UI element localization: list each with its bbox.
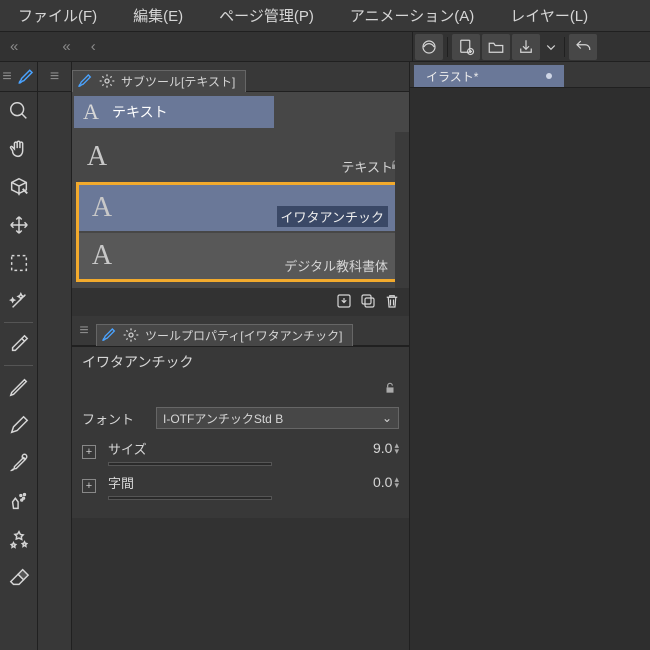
menu-edit[interactable]: 編集(E) bbox=[115, 0, 201, 31]
tool-move[interactable] bbox=[0, 206, 37, 244]
tool-decoration[interactable] bbox=[0, 520, 37, 558]
prop-label-font: フォント bbox=[82, 409, 148, 428]
brush-icon bbox=[17, 68, 35, 86]
subtool-panel-tab[interactable]: サブツール[テキスト] bbox=[72, 70, 246, 92]
tool-pencil[interactable] bbox=[0, 406, 37, 444]
menu-layer[interactable]: レイヤー(L) bbox=[492, 0, 606, 31]
tool-zoom[interactable] bbox=[0, 92, 37, 130]
menu-file[interactable]: ファイル(F) bbox=[0, 0, 115, 31]
tool-eyedropper[interactable] bbox=[0, 325, 37, 363]
tool-wand[interactable] bbox=[0, 282, 37, 320]
subtool-panel-column: サブツール[テキスト] A テキスト A テキスト A イワタ bbox=[72, 62, 410, 650]
stepper-icon[interactable]: ▴▾ bbox=[394, 476, 399, 488]
font-select-value: I-OTFアンチックStd B bbox=[163, 410, 283, 427]
grip-icon: ≡ bbox=[50, 68, 59, 86]
size-value[interactable]: 9.0 bbox=[348, 440, 392, 456]
tool-property-titlebar: ≡ ツールプロパティ[イワタアンチック] bbox=[72, 316, 409, 346]
document-tab[interactable]: イラスト* bbox=[414, 65, 564, 87]
subtool-list: A テキスト A イワタアンチック A デジタル教科書体 bbox=[72, 132, 409, 288]
collapse-toolbar-button[interactable]: « bbox=[0, 38, 28, 55]
text-a-icon: A bbox=[80, 141, 114, 173]
document-tabstrip: イラスト* bbox=[410, 62, 650, 88]
prop-label-kerning: 字間 bbox=[108, 473, 134, 492]
unsaved-dot-icon bbox=[546, 73, 552, 79]
canvas-area: イラスト* bbox=[410, 62, 650, 650]
gear-icon bbox=[123, 327, 139, 343]
tool-eraser[interactable] bbox=[0, 558, 37, 596]
brush-icon bbox=[77, 73, 93, 89]
expand-icon[interactable]: + bbox=[82, 445, 96, 459]
open-file-button[interactable] bbox=[482, 34, 510, 60]
subtool-item-iwata[interactable]: A イワタアンチック bbox=[79, 185, 402, 231]
size-slider[interactable] bbox=[108, 462, 272, 466]
subtool-panel-titlebar: サブツール[テキスト] bbox=[72, 62, 409, 92]
subtool-item-digital[interactable]: A デジタル教科書体 bbox=[79, 233, 402, 279]
tool-airbrush[interactable] bbox=[0, 482, 37, 520]
menu-anim[interactable]: アニメーション(A) bbox=[332, 0, 492, 31]
subtool-item-label: イワタアンチック bbox=[277, 206, 388, 227]
grip-icon: ≡ bbox=[2, 68, 11, 86]
menubar: ファイル(F) 編集(E) ページ管理(P) アニメーション(A) レイヤー(L… bbox=[0, 0, 650, 32]
quick-access-dropdown-icon[interactable] bbox=[542, 34, 560, 60]
subbar: « « ‹ bbox=[0, 32, 650, 62]
tool-brush[interactable] bbox=[0, 444, 37, 482]
duplicate-subtool-button[interactable] bbox=[359, 292, 377, 313]
prop-row-size: + サイズ 9.0 ▴▾ bbox=[82, 440, 399, 464]
subtool-group-text[interactable]: A テキスト bbox=[74, 96, 274, 128]
tool-pen[interactable] bbox=[0, 368, 37, 406]
subtool-panel-title: サブツール[テキスト] bbox=[121, 73, 235, 90]
subtool-group-label: テキスト bbox=[112, 102, 168, 122]
tool-palette: ≡ bbox=[0, 62, 38, 650]
text-a-icon: A bbox=[78, 99, 104, 125]
expand-icon[interactable]: + bbox=[82, 479, 96, 493]
new-file-button[interactable] bbox=[452, 34, 480, 60]
kerning-value[interactable]: 0.0 bbox=[348, 474, 392, 490]
save-file-button[interactable] bbox=[512, 34, 540, 60]
prop-label-size: サイズ bbox=[108, 439, 147, 458]
prop-row-font: フォント I-OTFアンチックStd B ⌄ bbox=[82, 406, 399, 430]
tutorial-highlight: A イワタアンチック A デジタル教科書体 bbox=[76, 182, 405, 282]
subtool-item-label: テキスト bbox=[341, 157, 393, 176]
text-a-icon: A bbox=[85, 240, 119, 272]
document-tab-title: イラスト* bbox=[426, 68, 478, 85]
subtool-actions bbox=[72, 288, 409, 316]
tool-marquee[interactable] bbox=[0, 244, 37, 282]
scrollbar[interactable] bbox=[395, 132, 409, 288]
subtool-item-label: デジタル教科書体 bbox=[284, 256, 388, 275]
collapse-panel-button[interactable]: « bbox=[52, 38, 80, 55]
menu-page[interactable]: ページ管理(P) bbox=[201, 0, 332, 31]
kerning-slider[interactable] bbox=[108, 496, 272, 500]
tool-property-name: イワタアンチック bbox=[72, 346, 409, 376]
subtool-group-bar: A テキスト bbox=[72, 92, 409, 132]
quick-access-bar bbox=[412, 32, 650, 61]
brush-icon bbox=[101, 327, 117, 343]
prop-row-kerning: + 字間 0.0 ▴▾ bbox=[82, 474, 399, 498]
tool-property-lock[interactable] bbox=[72, 376, 409, 400]
tool-property-title: ツールプロパティ[イワタアンチック] bbox=[145, 327, 342, 344]
tool-hand[interactable] bbox=[0, 130, 37, 168]
tool-property-tab[interactable]: ツールプロパティ[イワタアンチック] bbox=[96, 324, 353, 346]
stepper-icon[interactable]: ▴▾ bbox=[394, 442, 399, 454]
tool-property-list: フォント I-OTFアンチックStd B ⌄ + サイズ 9.0 ▴▾ bbox=[72, 400, 409, 518]
text-a-icon: A bbox=[85, 192, 119, 224]
quick-access-clipstudio-icon[interactable] bbox=[415, 34, 443, 60]
gear-icon bbox=[99, 73, 115, 89]
subtool-item-text[interactable]: A テキスト bbox=[74, 134, 407, 180]
tool-object[interactable] bbox=[0, 168, 37, 206]
undo-button[interactable] bbox=[569, 34, 597, 60]
back-button[interactable]: ‹ bbox=[81, 38, 106, 55]
subtool-palette-strip: ≡ bbox=[38, 62, 72, 650]
font-select[interactable]: I-OTFアンチックStd B ⌄ bbox=[156, 407, 399, 429]
import-subtool-button[interactable] bbox=[335, 292, 353, 313]
chevron-down-icon: ⌄ bbox=[382, 411, 392, 425]
grip-icon: ≡ bbox=[72, 322, 96, 340]
delete-subtool-button[interactable] bbox=[383, 292, 401, 313]
canvas[interactable] bbox=[410, 88, 650, 650]
